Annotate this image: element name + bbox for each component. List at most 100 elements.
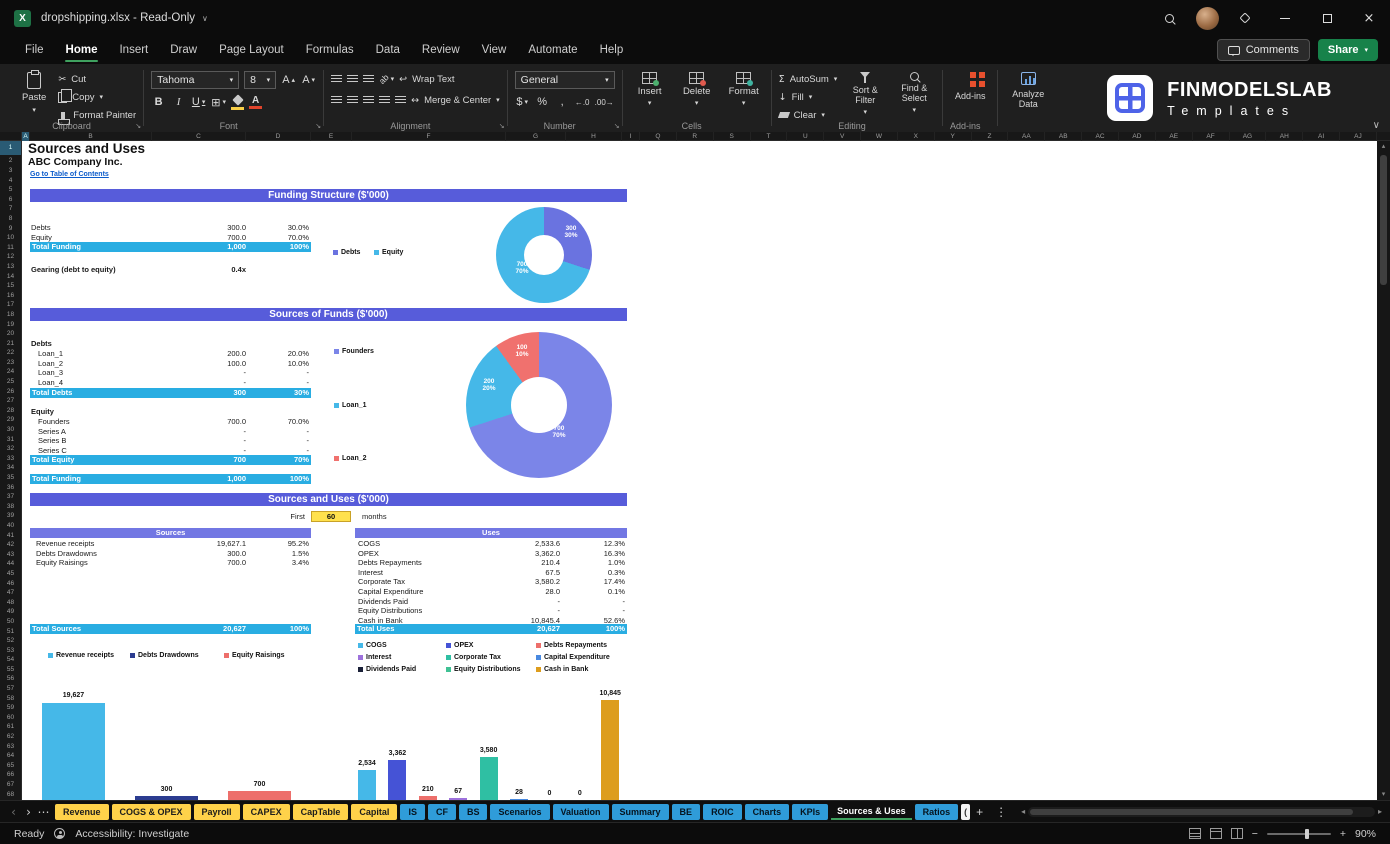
- column-header[interactable]: AG: [1230, 132, 1267, 141]
- column-header[interactable]: AD: [1119, 132, 1156, 141]
- row-number[interactable]: 46: [0, 579, 21, 589]
- sheet-tab-captable[interactable]: CapTable: [292, 803, 349, 820]
- collapse-ribbon-icon[interactable]: ∨: [1373, 120, 1380, 131]
- row-number[interactable]: 55: [0, 665, 21, 675]
- ribbon-tab-data[interactable]: Data: [365, 36, 411, 64]
- row-number[interactable]: 42: [0, 540, 21, 550]
- merge-center-button[interactable]: ↔ Merge & Center ▾: [411, 92, 500, 108]
- sheet-tab-payroll[interactable]: Payroll: [193, 803, 240, 820]
- row-number[interactable]: 45: [0, 569, 21, 579]
- analyze-data-button[interactable]: Analyze Data: [1005, 69, 1051, 109]
- row-number[interactable]: 15: [0, 281, 21, 291]
- italic-button[interactable]: I: [171, 94, 186, 110]
- sheet-tab-is[interactable]: IS: [400, 803, 425, 820]
- row-number[interactable]: 41: [0, 531, 21, 541]
- bold-button[interactable]: B: [151, 94, 166, 110]
- cut-button[interactable]: ✂ Cut: [58, 72, 136, 86]
- row-number[interactable]: 65: [0, 761, 21, 771]
- row-number[interactable]: 21: [0, 339, 21, 349]
- row-number[interactable]: 2: [0, 155, 21, 166]
- sheet-tab-tab[interactable]: (: [961, 803, 971, 820]
- increase-indent-icon[interactable]: [395, 95, 407, 105]
- decrease-indent-icon[interactable]: [379, 95, 391, 105]
- normal-view-button[interactable]: [1188, 828, 1201, 839]
- row-number[interactable]: 57: [0, 684, 21, 694]
- page-break-view-button[interactable]: [1230, 828, 1243, 839]
- horizontal-scrollbar[interactable]: ◂ ▸: [1021, 806, 1382, 817]
- sheet-tab-kpis[interactable]: KPIs: [792, 803, 829, 820]
- toc-hyperlink[interactable]: Go to Table of Contents: [30, 171, 109, 178]
- column-header[interactable]: U: [787, 132, 825, 141]
- column-header[interactable]: Q: [640, 132, 677, 141]
- row-number[interactable]: 31: [0, 435, 21, 445]
- months-input-cell[interactable]: 60: [311, 511, 351, 522]
- ribbon-tab-help[interactable]: Help: [589, 36, 635, 64]
- zoom-out-button[interactable]: −: [1252, 828, 1258, 840]
- accounting-format-button[interactable]: $ ▾: [515, 94, 530, 110]
- row-number[interactable]: 23: [0, 358, 21, 368]
- row-number[interactable]: 53: [0, 646, 21, 656]
- row-number[interactable]: 47: [0, 588, 21, 598]
- align-center-icon[interactable]: [347, 95, 359, 105]
- column-header[interactable]: AI: [1303, 132, 1341, 141]
- row-number[interactable]: 30: [0, 425, 21, 435]
- share-button[interactable]: Share ▾: [1317, 39, 1378, 61]
- row-number[interactable]: 9: [0, 224, 21, 234]
- align-right-icon[interactable]: [363, 95, 375, 105]
- delete-cells-button[interactable]: Delete ▾: [677, 69, 717, 107]
- row-number[interactable]: 4: [0, 176, 21, 186]
- sheet-tab-cogs-opex[interactable]: COGS & OPEX: [111, 803, 191, 820]
- row-number[interactable]: 64: [0, 751, 21, 761]
- row-number[interactable]: 5: [0, 185, 21, 195]
- column-header[interactable]: X: [898, 132, 935, 141]
- row-number[interactable]: 48: [0, 598, 21, 608]
- ribbon-tab-home[interactable]: Home: [55, 36, 109, 64]
- row-number[interactable]: 44: [0, 559, 21, 569]
- sheet-tab-ratios[interactable]: Ratios: [914, 803, 959, 820]
- row-number[interactable]: 62: [0, 732, 21, 742]
- paste-button[interactable]: Paste ▾: [17, 69, 51, 117]
- sheet-tab-summary[interactable]: Summary: [611, 803, 669, 820]
- row-number[interactable]: 67: [0, 780, 21, 790]
- column-header[interactable]: I: [622, 132, 640, 141]
- row-number[interactable]: 7: [0, 204, 21, 214]
- column-header[interactable]: W: [861, 132, 898, 141]
- search-button[interactable]: [1150, 0, 1188, 36]
- format-cells-button[interactable]: Format ▾: [724, 69, 764, 107]
- row-number[interactable]: 68: [0, 790, 21, 800]
- row-number[interactable]: 52: [0, 636, 21, 646]
- column-header[interactable]: AA: [1008, 132, 1046, 141]
- row-number[interactable]: 63: [0, 742, 21, 752]
- row-number[interactable]: 39: [0, 511, 21, 521]
- row-number[interactable]: 38: [0, 502, 21, 512]
- sheet-tab-cf[interactable]: CF: [427, 803, 456, 820]
- align-left-icon[interactable]: [331, 95, 343, 105]
- row-number[interactable]: 61: [0, 722, 21, 732]
- row-number[interactable]: 51: [0, 627, 21, 637]
- column-header[interactable]: E: [311, 132, 352, 141]
- sheet-tab-charts[interactable]: Charts: [744, 803, 790, 820]
- row-number[interactable]: 66: [0, 770, 21, 780]
- close-button[interactable]: ×: [1348, 0, 1390, 36]
- font-size-combobox[interactable]: 8 ▾: [244, 71, 277, 89]
- ribbon-tab-review[interactable]: Review: [411, 36, 471, 64]
- column-header[interactable]: AF: [1193, 132, 1230, 141]
- fill-button[interactable]: ↓ Fill ▾: [779, 90, 838, 104]
- tab-options-icon[interactable]: ⋮: [989, 805, 1013, 819]
- insert-cells-button[interactable]: Insert ▾: [630, 69, 670, 107]
- column-header[interactable]: V: [824, 132, 862, 141]
- row-number[interactable]: 37: [0, 492, 21, 502]
- sort-filter-button[interactable]: Sort & Filter ▾: [844, 69, 886, 117]
- row-number[interactable]: 3: [0, 166, 21, 176]
- row-number[interactable]: 54: [0, 655, 21, 665]
- scroll-down-icon[interactable]: ▾: [1377, 789, 1390, 800]
- row-number[interactable]: 28: [0, 406, 21, 416]
- align-bottom-icon[interactable]: [363, 74, 375, 84]
- fill-color-button[interactable]: [231, 93, 245, 110]
- row-number[interactable]: 59: [0, 703, 21, 713]
- font-dialog-launcher[interactable]: ↘: [315, 122, 321, 130]
- document-title[interactable]: dropshipping.xlsx - Read-Only ∨: [41, 12, 208, 24]
- copy-button[interactable]: Copy ▾: [58, 88, 136, 104]
- autosum-button[interactable]: Σ AutoSum ▾: [779, 72, 838, 86]
- ribbon-tab-draw[interactable]: Draw: [159, 36, 208, 64]
